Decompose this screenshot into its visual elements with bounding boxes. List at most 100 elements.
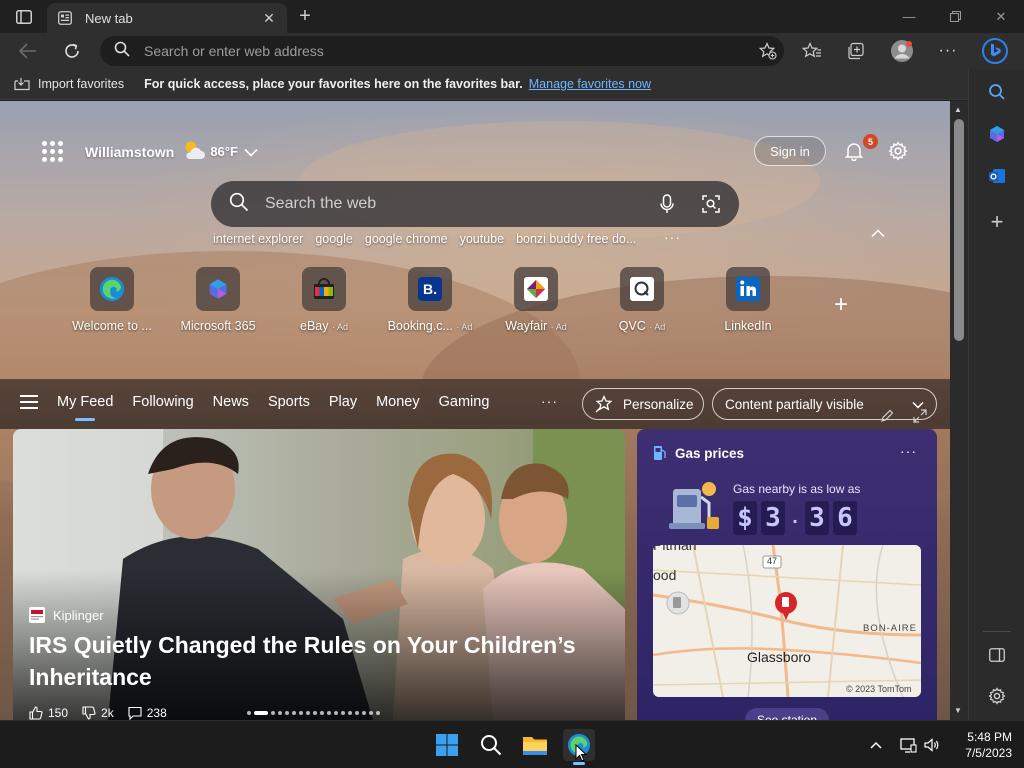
expand-icon[interactable] (913, 409, 927, 428)
carousel-indicator[interactable] (247, 711, 383, 715)
notification-count-badge: 5 (863, 134, 878, 149)
see-station-button[interactable]: See station (745, 708, 829, 720)
price-digit: 3 (761, 501, 785, 535)
trending-search-item[interactable]: google chrome (365, 232, 448, 246)
clock-time: 5:48 PM (967, 730, 1012, 744)
chevron-down-icon[interactable] (244, 144, 258, 160)
show-hidden-icons[interactable] (866, 735, 886, 755)
feed-tabs: My Feed Following News Sports Play Money… (57, 394, 508, 421)
quick-link-qvc[interactable]: QVC · Ad (589, 267, 695, 333)
quick-links: Welcome to ... Microsoft 365 eBay · Ad B… (59, 267, 801, 333)
ad-label: · Ad (456, 322, 473, 332)
add-favorite-icon[interactable] (752, 39, 784, 63)
tab-new-tab[interactable]: New tab ✕ (47, 3, 287, 33)
add-quick-link-icon[interactable]: + (834, 291, 848, 319)
system-clock[interactable]: 5:48 PM 7/5/2023 (952, 729, 1012, 761)
edit-layout-icon[interactable] (880, 409, 894, 428)
page-settings-icon[interactable] (884, 137, 912, 165)
sidebar-add-icon[interactable]: + (982, 207, 1012, 237)
trending-search-item[interactable]: bonzi buddy free do... (516, 232, 636, 246)
quick-link-label: Booking.c... (387, 319, 453, 333)
weather-temperature: 86°F (210, 144, 238, 159)
import-favorites-button[interactable]: Import favorites (14, 77, 124, 91)
hero-news-card[interactable]: Kiplinger IRS Quietly Changed the Rules … (13, 429, 625, 720)
quick-link-booking[interactable]: B. Booking.c... · Ad (377, 267, 483, 333)
taskbar-search-icon[interactable] (475, 729, 507, 761)
search-icon (114, 41, 130, 62)
comment-icon (128, 706, 142, 720)
svg-text:B.: B. (423, 281, 437, 297)
tab-sports[interactable]: Sports (268, 394, 310, 410)
start-icon[interactable] (431, 729, 463, 761)
tab-following[interactable]: Following (132, 394, 193, 410)
collapse-quick-links-icon[interactable] (871, 227, 885, 241)
quick-link-wayfair[interactable]: Wayfair · Ad (483, 267, 589, 333)
quick-link-microsoft365[interactable]: Microsoft 365 (165, 267, 271, 333)
trending-search-item[interactable]: internet explorer (213, 232, 303, 246)
close-window-button[interactable]: ✕ (978, 0, 1024, 33)
gas-card-more-icon[interactable]: ··· (900, 443, 917, 459)
visual-search-icon[interactable] (695, 188, 727, 220)
back-icon[interactable] (13, 37, 43, 65)
sign-in-button[interactable]: Sign in (754, 136, 826, 166)
more-feed-tabs-icon[interactable]: ··· (541, 393, 558, 409)
map-route-label: 47 (767, 556, 778, 566)
sidebar-settings-icon[interactable] (982, 681, 1012, 711)
hide-sidebar-icon[interactable] (982, 640, 1012, 670)
restore-button[interactable] (932, 0, 978, 33)
refresh-icon[interactable] (57, 37, 87, 65)
sidebar-search-icon[interactable] (982, 77, 1012, 107)
scroll-down-icon[interactable]: ▼ (954, 706, 962, 715)
profile-avatar-icon[interactable] (887, 37, 917, 65)
personalize-button[interactable]: Personalize (582, 388, 704, 420)
favorites-icon[interactable] (797, 37, 827, 65)
feed-menu-icon[interactable] (20, 395, 38, 413)
content-visibility-dropdown[interactable]: Content partially visible (712, 388, 937, 420)
more-trending-icon[interactable]: ··· (664, 229, 681, 245)
volume-icon[interactable] (922, 735, 942, 755)
settings-more-icon[interactable]: ··· (933, 37, 963, 65)
file-explorer-icon[interactable] (519, 729, 551, 761)
dislike-button[interactable]: 2k (82, 706, 114, 720)
gas-prices-card[interactable]: Gas prices ··· Gas nearby is as low as $… (637, 429, 937, 720)
tab-my-feed[interactable]: My Feed (57, 394, 113, 421)
tab-money[interactable]: Money (376, 394, 420, 410)
trending-search-item[interactable]: youtube (460, 232, 504, 246)
address-bar[interactable]: Search or enter web address (100, 36, 784, 66)
gas-price-display: $ 3 . 3 6 (733, 501, 861, 535)
quick-link-welcome[interactable]: Welcome to ... (59, 267, 165, 333)
kiplinger-logo-icon (29, 607, 45, 623)
tab-news[interactable]: News (213, 394, 249, 410)
weather-widget[interactable]: Williamstown 86°F (85, 139, 258, 164)
tab-actions-icon[interactable] (10, 6, 38, 28)
like-button[interactable]: 150 (29, 706, 68, 720)
microphone-icon[interactable] (651, 188, 683, 220)
collections-icon[interactable] (841, 37, 871, 65)
tab-play[interactable]: Play (329, 394, 357, 410)
gas-station-map[interactable]: Pitman ood 47 BON-AIRE Glassboro © 2023 … (653, 545, 921, 697)
comments-button[interactable]: 238 (128, 706, 167, 720)
bing-copilot-icon[interactable] (980, 37, 1010, 65)
close-tab-icon[interactable]: ✕ (261, 10, 277, 27)
network-icon[interactable] (898, 735, 918, 755)
trending-search-item[interactable]: google (315, 232, 353, 246)
app-launcher-icon[interactable] (38, 137, 66, 165)
sidebar-outlook-icon[interactable] (982, 161, 1012, 191)
scroll-up-icon[interactable]: ▲ (954, 105, 962, 114)
new-tab-button[interactable]: + (294, 5, 316, 27)
minimize-button[interactable]: — (886, 0, 932, 33)
web-search-input[interactable]: Search the web (265, 195, 651, 213)
new-tab-page-icon (57, 10, 73, 26)
sidebar-microsoft365-icon[interactable] (982, 119, 1012, 149)
hero-headline[interactable]: IRS Quietly Changed the Rules on Your Ch… (29, 629, 589, 693)
quick-link-linkedin[interactable]: LinkedIn (695, 267, 801, 333)
import-favorites-label: Import favorites (38, 77, 125, 91)
manage-favorites-link[interactable]: Manage favorites now (529, 77, 651, 91)
page-scrollbar[interactable]: ▲ ▼ (950, 101, 968, 720)
tab-gaming[interactable]: Gaming (439, 394, 490, 410)
scrollbar-thumb[interactable] (954, 119, 964, 341)
address-input[interactable]: Search or enter web address (144, 43, 752, 59)
quick-link-ebay[interactable]: eBay · Ad (271, 267, 377, 333)
web-search-box[interactable]: Search the web (211, 181, 739, 227)
import-icon (14, 78, 30, 91)
